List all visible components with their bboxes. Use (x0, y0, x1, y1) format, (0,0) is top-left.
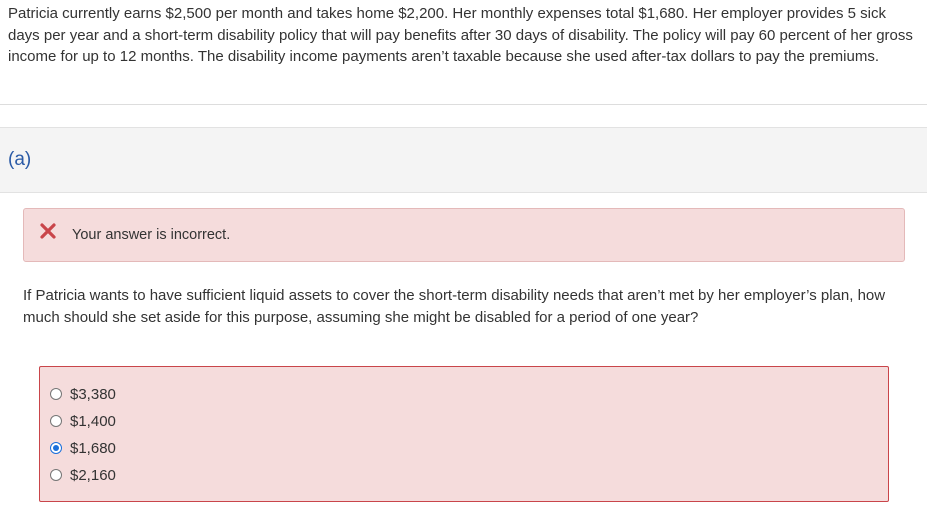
answer-choices: $3,380 $1,400 $1,680 $2,160 (39, 366, 889, 502)
alert-message: Your answer is incorrect. (72, 227, 231, 243)
choice-label: $1,400 (70, 412, 116, 430)
question-text: If Patricia wants to have sufficient liq… (23, 287, 886, 326)
choice-label: $3,380 (70, 385, 116, 403)
choice-option-3[interactable]: $1,680 (50, 438, 116, 458)
problem-statement: Patricia currently earns $2,500 per mont… (8, 5, 913, 66)
part-label: (a) (8, 149, 32, 170)
choice-label: $1,680 (70, 439, 116, 457)
radio-button-selected[interactable] (50, 442, 62, 454)
choice-label: $2,160 (70, 466, 116, 484)
radio-button[interactable] (50, 469, 62, 481)
incorrect-answer-alert: Your answer is incorrect. (23, 208, 905, 262)
x-mark-icon (40, 223, 56, 239)
choice-option-1[interactable]: $3,380 (50, 384, 116, 404)
choice-option-4[interactable]: $2,160 (50, 465, 116, 485)
radio-button[interactable] (50, 415, 62, 427)
choice-option-2[interactable]: $1,400 (50, 411, 116, 431)
radio-button[interactable] (50, 388, 62, 400)
part-header: (a) (0, 127, 927, 193)
section-divider (0, 104, 927, 105)
